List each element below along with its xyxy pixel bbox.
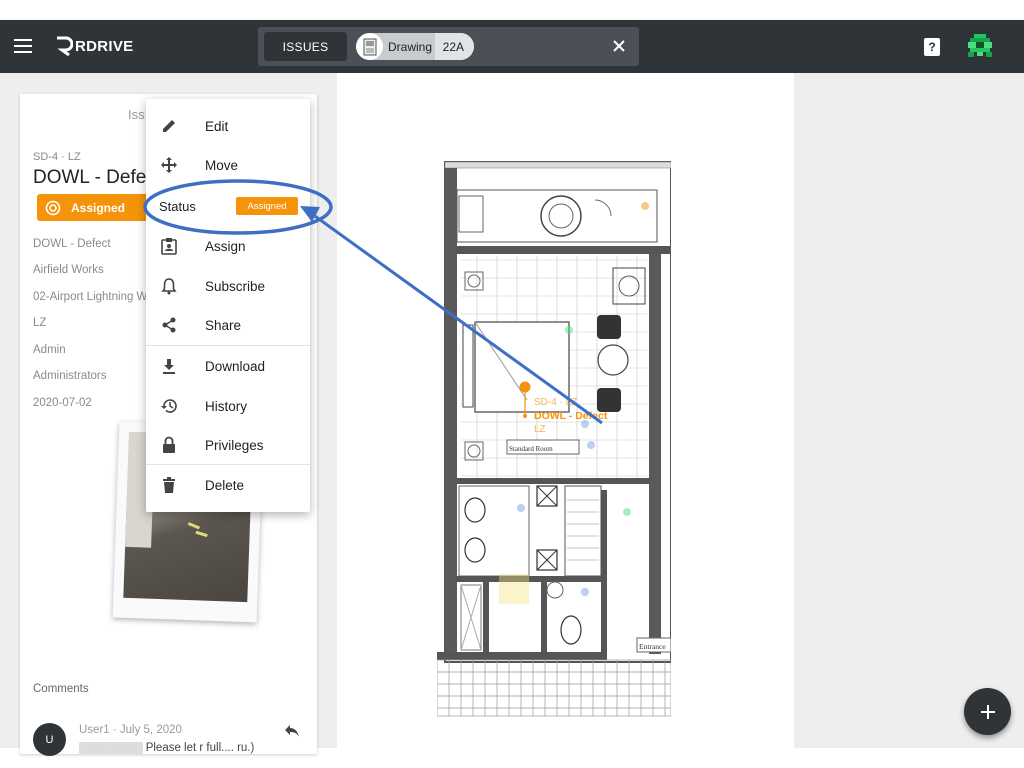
comment-text: xxxxxxxxxx Please let r full.... ru.) (79, 742, 254, 754)
menu-item-delete[interactable]: Delete (146, 467, 310, 503)
app-logo[interactable]: RDRIVE (55, 34, 133, 58)
menu-item-label: Delete (205, 477, 245, 493)
search-bar[interactable]: ISSUES Drawing 22A (258, 27, 639, 66)
move-arrows-icon (160, 156, 178, 174)
menu-item-label: Edit (205, 118, 229, 134)
pin-sub-label: LZ (534, 424, 546, 435)
menu-item-edit[interactable]: Edit (146, 108, 310, 144)
menu-divider (146, 464, 310, 465)
chip-count: 22A (434, 33, 474, 60)
pencil-icon (160, 117, 178, 135)
close-icon[interactable] (611, 38, 627, 54)
field-category: 02-Airport Lightning W (33, 291, 148, 303)
menu-item-label: Download (205, 358, 266, 374)
issue-reference: SD-4 · LZ (33, 151, 81, 163)
drawing-thumbnail-icon (356, 33, 383, 60)
menu-item-privileges[interactable]: Privileges (146, 427, 310, 463)
menu-item-label: Subscribe (205, 278, 266, 294)
lock-icon (160, 436, 178, 454)
status-chip: Assigned (236, 197, 298, 215)
bell-icon (160, 277, 178, 295)
plus-icon (980, 704, 995, 719)
menu-item-label: Assign (205, 238, 246, 254)
download-icon (160, 357, 178, 375)
field-type: DOWL - Defect (33, 238, 111, 250)
status-badge[interactable]: Assigned (37, 194, 149, 221)
menu-icon[interactable] (14, 39, 32, 53)
panel-header: Iss (128, 107, 145, 122)
menu-item-label: History (205, 398, 248, 414)
pin-ref-label: SD-4 · LZ (534, 397, 577, 408)
status-target-icon (45, 200, 61, 215)
pin-title-label: DOWL - Defect (534, 410, 608, 422)
logo-icon (57, 36, 73, 56)
menu-item-share[interactable]: Share (146, 307, 310, 343)
drawing-filter-chip[interactable]: Drawing 22A (356, 33, 474, 60)
comments-heading: Comments (33, 683, 89, 695)
reply-icon[interactable] (284, 724, 300, 738)
field-location: LZ (33, 317, 47, 329)
field-group: Administrators (33, 370, 107, 382)
chip-label: Drawing (388, 39, 433, 54)
top-bar: RDRIVE ISSUES Drawing 22A ? (0, 20, 1024, 73)
floor-plan-drawing[interactable]: Standard Room Entrance SD-4 · LZ DOWL - … (437, 160, 671, 717)
entrance-label: Entrance (639, 642, 666, 651)
menu-item-status[interactable]: Status Assigned (146, 188, 310, 224)
context-menu: Edit Move Status Assigned Assign Subscri… (146, 99, 310, 512)
user-avatar-icon[interactable] (966, 32, 994, 60)
menu-divider (146, 345, 310, 346)
field-package: Airfield Works (33, 264, 104, 276)
status-badge-label: Assigned (71, 200, 126, 215)
menu-item-label: Status (159, 198, 196, 214)
share-icon (160, 316, 178, 334)
field-assignee: Admin (33, 344, 66, 356)
issues-tab-button[interactable]: ISSUES (264, 32, 347, 61)
menu-item-label: Share (205, 317, 242, 333)
menu-item-history[interactable]: History (146, 388, 310, 424)
issue-pin-icon[interactable] (519, 381, 531, 393)
clipboard-user-icon (160, 237, 178, 255)
field-date: 2020-07-02 (33, 397, 92, 409)
comment-avatar: U (33, 723, 66, 756)
menu-item-move[interactable]: Move (146, 147, 310, 183)
add-issue-button[interactable] (964, 688, 1011, 735)
menu-item-subscribe[interactable]: Subscribe (146, 268, 310, 304)
help-icon[interactable]: ? (924, 38, 940, 56)
history-icon (160, 397, 178, 415)
menu-item-assign[interactable]: Assign (146, 228, 310, 264)
room-label: Standard Room (509, 445, 553, 453)
menu-item-download[interactable]: Download (146, 348, 310, 384)
menu-item-label: Move (205, 157, 239, 173)
trash-icon (160, 476, 178, 494)
issue-title: DOWL - Defec (33, 167, 156, 188)
menu-item-label: Privileges (205, 437, 264, 453)
comment-meta: User1 · July 5, 2020 (79, 724, 182, 736)
logo-text: RDRIVE (75, 37, 134, 55)
